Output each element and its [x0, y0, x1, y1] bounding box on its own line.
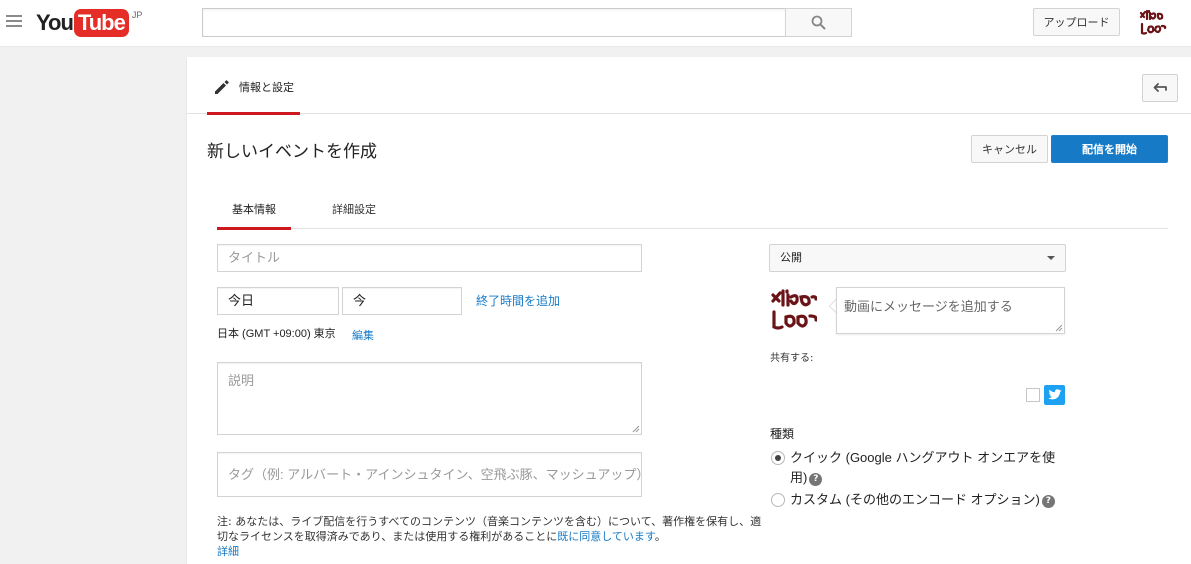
search-button[interactable] [785, 8, 852, 37]
note-suffix: 。 [654, 530, 666, 543]
back-arrow-icon [1153, 83, 1167, 92]
help-icon[interactable]: ? [1041, 494, 1055, 508]
upload-button[interactable]: アップロード [1033, 8, 1120, 36]
twitter-button[interactable] [1044, 385, 1065, 405]
logo-region: JP [131, 10, 143, 20]
form-tabs: 基本情報 詳細設定 [217, 193, 1168, 230]
search-input[interactable] [202, 8, 786, 37]
details-link[interactable]: 詳細 [217, 545, 239, 558]
share-message-placeholder: 動画にメッセージを追加する [844, 300, 1013, 315]
copyright-note: 注: あなたは、ライブ配信を行うすべてのコンテンツ（音楽コンテンツを含む）につい… [217, 514, 772, 559]
tab-advanced-settings[interactable]: 詳細設定 [317, 193, 391, 229]
message-pointer [829, 299, 836, 313]
privacy-dropdown[interactable]: 公開 [769, 244, 1066, 272]
logo-tube-text: Tube [73, 9, 129, 37]
add-end-time-link[interactable]: 終了時間を追加 [476, 292, 560, 309]
time-input[interactable]: 今 [342, 287, 462, 315]
timezone-edit-link[interactable]: 編集 [352, 327, 374, 343]
note-text: 注: あなたは、ライブ配信を行うすべてのコンテンツ（音楽コンテンツを含む）につい… [217, 515, 762, 543]
pencil-icon [215, 80, 229, 94]
back-button[interactable] [1142, 74, 1178, 102]
agreement-link[interactable]: 既に同意しています [557, 530, 655, 543]
channel-avatar [771, 289, 817, 330]
panel-header: 情報と設定 [187, 57, 1191, 115]
privacy-value: 公開 [780, 251, 802, 264]
twitter-icon [1047, 389, 1061, 400]
tags-input[interactable]: タグ（例: アルバート・アインシュタイン、空飛ぶ豚、マッシュアップ） [217, 452, 642, 497]
tab-info-settings-label: 情報と設定 [239, 81, 294, 94]
active-tab-indicator [207, 112, 300, 115]
masthead: You Tube JP アップロード [0, 0, 1191, 47]
start-stream-button[interactable]: 配信を開始 [1051, 135, 1168, 163]
radio-quick-label[interactable]: クイック (Google ハングアウト オンエアを使用)? [790, 448, 1062, 488]
timezone-label: 日本 (GMT +09:00) 東京 [217, 328, 336, 340]
page-title: 新しいイベントを作成 [207, 142, 377, 162]
search-icon [811, 15, 826, 30]
radio-custom-text: カスタム (その他のエンコード オプション) [790, 492, 1040, 507]
twitter-share-checkbox[interactable] [1026, 388, 1040, 402]
help-icon[interactable]: ? [809, 472, 823, 486]
youtube-logo[interactable]: You Tube JP [36, 9, 142, 39]
cancel-button[interactable]: キャンセル [971, 135, 1048, 163]
radio-custom[interactable] [771, 493, 785, 507]
tab-info-settings[interactable]: 情報と設定 [207, 78, 300, 115]
date-input[interactable]: 今日 [217, 287, 339, 315]
chevron-down-icon [1047, 256, 1055, 260]
logo-you-text: You [36, 10, 74, 35]
radio-custom-label[interactable]: カスタム (その他のエンコード オプション)? [790, 490, 1055, 510]
title-input[interactable]: タイトル [217, 244, 642, 272]
description-placeholder: 説明 [228, 373, 255, 388]
share-label: 共有する: [770, 353, 814, 364]
share-message-input[interactable]: 動画にメッセージを追加する [836, 287, 1065, 334]
avatar[interactable] [1138, 9, 1168, 37]
tab-basic-info[interactable]: 基本情報 [217, 193, 291, 230]
event-panel: 情報と設定 新しいイベントを作成 キャンセル 配信を開始 基本情報 詳細設定 タ… [187, 57, 1191, 564]
resize-grip-icon[interactable] [1055, 324, 1063, 332]
resize-grip-icon[interactable] [632, 425, 640, 433]
menu-icon[interactable] [6, 15, 22, 29]
description-textarea[interactable]: 説明 [217, 362, 642, 435]
radio-quick[interactable] [771, 451, 785, 465]
type-heading: 種類 [770, 427, 795, 441]
radio-quick-text: クイック (Google ハングアウト オンエアを使用) [790, 450, 1056, 485]
